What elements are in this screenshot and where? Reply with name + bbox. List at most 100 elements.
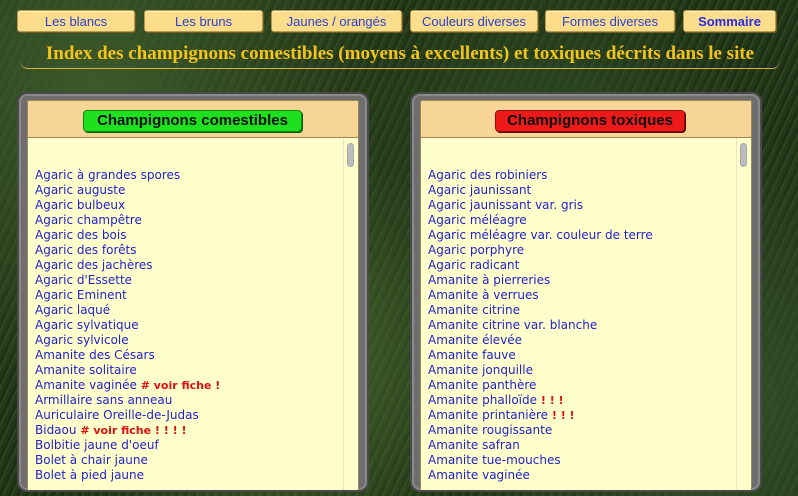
mushroom-link[interactable]: Amanite jonquille bbox=[428, 363, 533, 377]
list-item[interactable]: Amanite vaginée bbox=[428, 468, 729, 483]
toxic-list-box: Agaric des robiniers Agaric jaunissant Aga… bbox=[420, 137, 752, 490]
list-item[interactable]: Agaric à grandes spores bbox=[35, 168, 336, 183]
tab-les-blancs[interactable]: Les blancs bbox=[17, 10, 135, 32]
mushroom-link[interactable]: Agaric d'Essette bbox=[35, 273, 132, 287]
mushroom-link[interactable]: Amanite vaginée bbox=[428, 468, 530, 482]
mushroom-link[interactable]: Agaric méléagre bbox=[428, 213, 527, 227]
mushroom-link[interactable]: Agaric des bois bbox=[35, 228, 126, 242]
list-item[interactable]: Agaric des bois bbox=[35, 228, 336, 243]
top-navigation: Les blancs Les bruns Jaunes / orangés Co… bbox=[17, 10, 776, 34]
list-item[interactable]: Agaric sylvatique bbox=[35, 318, 336, 333]
edible-heading-button[interactable]: Champignons comestibles bbox=[83, 110, 302, 132]
mushroom-link[interactable]: Amanite élevée bbox=[428, 333, 522, 347]
list-item[interactable]: Agaric méléagre bbox=[428, 213, 729, 228]
tab-sommaire[interactable]: Sommaire bbox=[683, 10, 776, 32]
mushroom-link[interactable]: Bolet à pied jaune bbox=[35, 468, 144, 482]
mushroom-link[interactable]: Amanite rougissante bbox=[428, 423, 552, 437]
edible-panel-header: Champignons comestibles bbox=[27, 100, 359, 138]
list-item[interactable]: Amanite citrine bbox=[428, 303, 729, 318]
mushroom-link[interactable]: Agaric laqué bbox=[35, 303, 110, 317]
list-item[interactable]: Agaric des jachères bbox=[35, 258, 336, 273]
mushroom-link[interactable]: Agaric sylvatique bbox=[35, 318, 139, 332]
list-item[interactable]: Agaric jaunissant bbox=[428, 183, 729, 198]
mushroom-link[interactable]: Armillaire sans anneau bbox=[35, 393, 172, 407]
list-item[interactable]: Agaric bulbeux bbox=[35, 198, 336, 213]
mushroom-link[interactable]: Amanite citrine var. blanche bbox=[428, 318, 597, 332]
mushroom-link[interactable]: Agaric jaunissant bbox=[428, 183, 531, 197]
list-item[interactable]: Amanite citrine var. blanche bbox=[428, 318, 729, 333]
list-item[interactable]: Amanite à verrues bbox=[428, 288, 729, 303]
mushroom-link[interactable]: Agaric à grandes spores bbox=[35, 168, 180, 182]
mushroom-link[interactable]: Amanite tue-mouches bbox=[428, 453, 561, 467]
mushroom-link[interactable]: Bidaou bbox=[35, 423, 76, 437]
list-item[interactable]: Amanite rougissante bbox=[428, 423, 729, 438]
list-item[interactable]: Agaric sylvicole bbox=[35, 333, 336, 348]
list-item[interactable]: Agaric porphyre bbox=[428, 243, 729, 258]
list-item[interactable]: Agaric auguste bbox=[35, 183, 336, 198]
mushroom-link[interactable]: Amanite panthère bbox=[428, 378, 536, 392]
mushroom-link[interactable]: Agaric radicant bbox=[428, 258, 519, 272]
mushroom-link[interactable]: Amanite citrine bbox=[428, 303, 520, 317]
list-item[interactable]: Agaric méléagre var. couleur de terre bbox=[428, 228, 729, 243]
list-item[interactable]: Agaric Eminent bbox=[35, 288, 336, 303]
list-item[interactable]: Agaric laqué bbox=[35, 303, 336, 318]
mushroom-link[interactable]: Amanite printanière bbox=[428, 408, 548, 422]
mushroom-link[interactable]: Amanite des Césars bbox=[35, 348, 155, 362]
toxic-heading-button[interactable]: Champignons toxiques bbox=[495, 110, 685, 132]
mushroom-link[interactable]: Agaric méléagre var. couleur de terre bbox=[428, 228, 653, 242]
list-item[interactable]: Agaric jaunissant var. gris bbox=[428, 198, 729, 213]
toxic-scrollbar-thumb[interactable] bbox=[740, 143, 747, 167]
mushroom-link[interactable]: Agaric bulbeux bbox=[35, 198, 125, 212]
mushroom-link[interactable]: Agaric jaunissant var. gris bbox=[428, 198, 583, 212]
list-item[interactable]: Amanite panthère bbox=[428, 378, 729, 393]
mushroom-link[interactable]: Agaric Eminent bbox=[35, 288, 127, 302]
list-item[interactable]: Amanite phalloïde ! ! ! bbox=[428, 393, 729, 408]
mushroom-link[interactable]: Agaric sylvicole bbox=[35, 333, 129, 347]
mushroom-link[interactable]: Bolbitie jaune d'oeuf bbox=[35, 438, 159, 452]
mushroom-link[interactable]: Amanite phalloïde bbox=[428, 393, 537, 407]
list-item[interactable]: Amanite tue-mouches bbox=[428, 453, 729, 468]
mushroom-link[interactable]: Agaric porphyre bbox=[428, 243, 524, 257]
list-item[interactable]: Agaric des forêts bbox=[35, 243, 336, 258]
list-item[interactable]: Amanite des Césars bbox=[35, 348, 336, 363]
tab-les-bruns[interactable]: Les bruns bbox=[144, 10, 263, 32]
list-item[interactable]: Bolbitie jaune d'oeuf bbox=[35, 438, 336, 453]
mushroom-link[interactable]: Agaric auguste bbox=[35, 183, 125, 197]
mushroom-link[interactable]: Agaric des robiniers bbox=[428, 168, 547, 182]
list-item[interactable]: Auriculaire Oreille-de-Judas bbox=[35, 408, 336, 423]
list-item[interactable]: Agaric radicant bbox=[428, 258, 729, 273]
list-item[interactable]: Bidaou # voir fiche ! ! ! ! bbox=[35, 423, 336, 438]
list-item[interactable]: Bolet à chair jaune bbox=[35, 453, 336, 468]
edible-scrollbar[interactable] bbox=[343, 138, 358, 490]
mushroom-link[interactable]: Amanite safran bbox=[428, 438, 520, 452]
mushroom-link[interactable]: Bolet à chair jaune bbox=[35, 453, 148, 467]
mushroom-link[interactable]: Agaric des jachères bbox=[35, 258, 153, 272]
mushroom-link[interactable]: Amanite fauve bbox=[428, 348, 516, 362]
list-item[interactable]: Agaric d'Essette bbox=[35, 273, 336, 288]
tab-couleurs-diverses[interactable]: Couleurs diverses bbox=[410, 10, 538, 32]
mushroom-link[interactable]: Amanite solitaire bbox=[35, 363, 137, 377]
tab-formes-diverses[interactable]: Formes diverses bbox=[545, 10, 675, 32]
list-item[interactable]: Agaric des robiniers bbox=[428, 168, 729, 183]
list-item[interactable]: Amanite jonquille bbox=[428, 363, 729, 378]
tab-jaunes-oranges[interactable]: Jaunes / orangés bbox=[271, 10, 402, 32]
list-item[interactable]: Amanite fauve bbox=[428, 348, 729, 363]
list-item[interactable]: Armillaire sans anneau bbox=[35, 393, 336, 408]
list-item[interactable]: Bolet à pied jaune bbox=[35, 468, 336, 483]
list-item[interactable]: Amanite élevée bbox=[428, 333, 729, 348]
mushroom-link[interactable]: Agaric des forêts bbox=[35, 243, 137, 257]
toxic-scrollbar[interactable] bbox=[736, 138, 751, 490]
mushroom-link[interactable]: Amanite à verrues bbox=[428, 288, 539, 302]
mushroom-link[interactable]: Amanite à pierreries bbox=[428, 273, 550, 287]
edible-scrollbar-thumb[interactable] bbox=[347, 143, 354, 167]
list-item[interactable]: Amanite safran bbox=[428, 438, 729, 453]
mushroom-link[interactable]: Auriculaire Oreille-de-Judas bbox=[35, 408, 199, 422]
mushroom-link[interactable]: Agaric champêtre bbox=[35, 213, 142, 227]
list-item[interactable]: Amanite à pierreries bbox=[428, 273, 729, 288]
list-item[interactable]: Amanite solitaire bbox=[35, 363, 336, 378]
list-item[interactable]: Amanite vaginée # voir fiche ! bbox=[35, 378, 336, 393]
warning-note: # voir fiche ! ! ! ! bbox=[80, 424, 187, 437]
mushroom-link[interactable]: Amanite vaginée bbox=[35, 378, 137, 392]
list-item[interactable]: Amanite printanière ! ! ! bbox=[428, 408, 729, 423]
list-item[interactable]: Agaric champêtre bbox=[35, 213, 336, 228]
